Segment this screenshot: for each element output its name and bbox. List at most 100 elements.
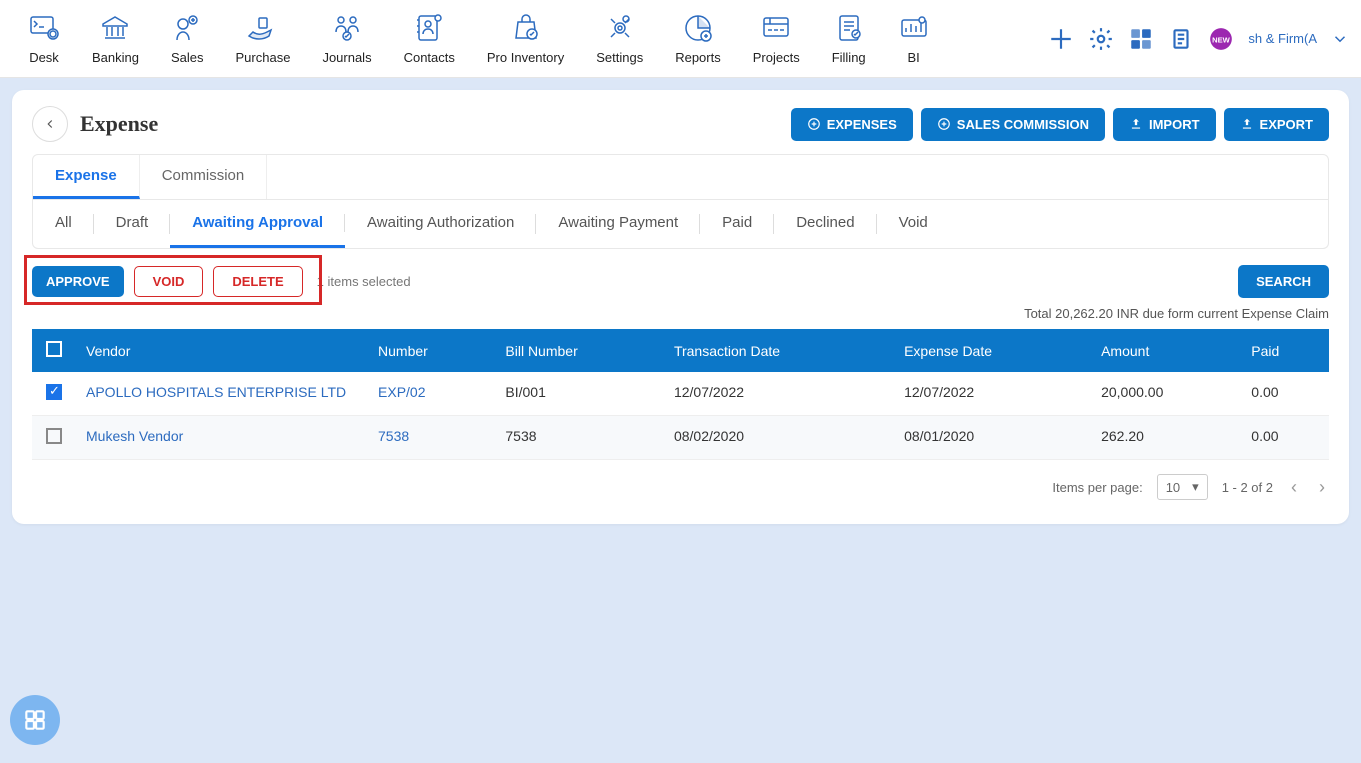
cell-amount: 262.20 bbox=[1091, 416, 1241, 460]
calculator-icon[interactable] bbox=[1128, 26, 1154, 52]
header-actions: EXPENSES SALES COMMISSION IMPORT EXPORT bbox=[791, 108, 1329, 141]
cell-number[interactable]: EXP/02 bbox=[368, 372, 495, 416]
nav-contacts[interactable]: Contacts bbox=[388, 8, 471, 69]
fab-apps[interactable] bbox=[10, 695, 60, 745]
cell-amount: 20,000.00 bbox=[1091, 372, 1241, 416]
cell-number[interactable]: 7538 bbox=[368, 416, 495, 460]
apps-grid-icon bbox=[22, 707, 48, 733]
nav-menu: Desk Banking Sales Purchase Journals Con… bbox=[12, 8, 946, 69]
cell-exp: 08/01/2020 bbox=[894, 416, 1091, 460]
purchase-icon bbox=[247, 12, 279, 44]
page-container: Expense EXPENSES SALES COMMISSION IMPORT… bbox=[12, 90, 1349, 524]
col-vendor[interactable]: Vendor bbox=[76, 329, 368, 372]
filter-awaiting-authorization[interactable]: Awaiting Authorization bbox=[345, 200, 536, 248]
nav-desk[interactable]: Desk bbox=[12, 8, 76, 69]
col-exp-date[interactable]: Expense Date bbox=[894, 329, 1091, 372]
settings-icon bbox=[604, 12, 636, 44]
import-button[interactable]: IMPORT bbox=[1113, 108, 1216, 141]
pagination-range: 1 - 2 of 2 bbox=[1222, 480, 1273, 495]
expense-table: Vendor Number Bill Number Transaction Da… bbox=[32, 329, 1329, 460]
nav-settings[interactable]: Settings bbox=[580, 8, 659, 69]
download-icon bbox=[1240, 117, 1254, 131]
filter-void[interactable]: Void bbox=[877, 200, 950, 248]
cell-txn: 08/02/2020 bbox=[664, 416, 894, 460]
journals-icon bbox=[331, 12, 363, 44]
plus-circle-icon bbox=[937, 117, 951, 131]
void-button[interactable]: VOID bbox=[134, 266, 204, 297]
pagination: Items per page: 10 ▾ 1 - 2 of 2 ‹ › bbox=[32, 474, 1329, 500]
nav-projects[interactable]: Projects bbox=[737, 8, 816, 69]
nav-banking[interactable]: Banking bbox=[76, 8, 155, 69]
gear-icon[interactable] bbox=[1088, 26, 1114, 52]
chevron-down-icon[interactable] bbox=[1331, 30, 1349, 48]
col-paid[interactable]: Paid bbox=[1241, 329, 1329, 372]
filter-declined[interactable]: Declined bbox=[774, 200, 876, 248]
firm-name[interactable]: sh & Firm(A bbox=[1248, 31, 1317, 46]
dropdown-caret-icon: ▾ bbox=[1192, 479, 1199, 495]
nav-inventory[interactable]: Pro Inventory bbox=[471, 8, 580, 69]
plus-circle-icon bbox=[807, 117, 821, 131]
tab-expense[interactable]: Expense bbox=[33, 155, 140, 199]
col-txn-date[interactable]: Transaction Date bbox=[664, 329, 894, 372]
action-row: APPROVE VOID DELETE 1 items selected SEA… bbox=[32, 265, 1329, 298]
cell-exp: 12/07/2022 bbox=[894, 372, 1091, 416]
search-button[interactable]: SEARCH bbox=[1238, 265, 1329, 298]
nav-filling[interactable]: Filling bbox=[816, 8, 882, 69]
tabs-main: Expense Commission bbox=[32, 154, 1329, 200]
nav-right: NEW sh & Firm(A bbox=[1048, 26, 1349, 52]
page-header: Expense EXPENSES SALES COMMISSION IMPORT… bbox=[32, 106, 1329, 142]
back-button[interactable] bbox=[32, 106, 68, 142]
banking-icon bbox=[99, 12, 131, 44]
col-bill[interactable]: Bill Number bbox=[495, 329, 664, 372]
cell-bill: BI/001 bbox=[495, 372, 664, 416]
projects-icon bbox=[760, 12, 792, 44]
prev-page[interactable]: ‹ bbox=[1287, 477, 1301, 498]
contacts-icon bbox=[413, 12, 445, 44]
cell-vendor[interactable]: APOLLO HOSPITALS ENTERPRISE LTD bbox=[76, 372, 368, 416]
page-title: Expense bbox=[80, 111, 158, 137]
pagination-label: Items per page: bbox=[1052, 480, 1142, 495]
filling-icon bbox=[833, 12, 865, 44]
add-icon[interactable] bbox=[1048, 26, 1074, 52]
col-amount[interactable]: Amount bbox=[1091, 329, 1241, 372]
clipboard-icon[interactable] bbox=[1168, 26, 1194, 52]
sales-commission-button[interactable]: SALES COMMISSION bbox=[921, 108, 1105, 141]
approve-button[interactable]: APPROVE bbox=[32, 266, 124, 297]
filter-tabs: All Draft Awaiting Approval Awaiting Aut… bbox=[32, 200, 1329, 249]
export-button[interactable]: EXPORT bbox=[1224, 108, 1329, 141]
filter-awaiting-payment[interactable]: Awaiting Payment bbox=[536, 200, 700, 248]
selected-count: 1 items selected bbox=[317, 274, 411, 289]
cell-bill: 7538 bbox=[495, 416, 664, 460]
svg-text:NEW: NEW bbox=[1213, 35, 1232, 44]
new-badge-icon[interactable]: NEW bbox=[1208, 26, 1234, 52]
delete-button[interactable]: DELETE bbox=[213, 266, 302, 297]
table-row: APOLLO HOSPITALS ENTERPRISE LTD EXP/02 B… bbox=[32, 372, 1329, 416]
nav-bi[interactable]: BI bbox=[882, 8, 946, 69]
expenses-button[interactable]: EXPENSES bbox=[791, 108, 913, 141]
nav-purchase[interactable]: Purchase bbox=[220, 8, 307, 69]
next-page[interactable]: › bbox=[1315, 477, 1329, 498]
row-checkbox[interactable] bbox=[46, 384, 62, 400]
nav-journals[interactable]: Journals bbox=[306, 8, 387, 69]
col-number[interactable]: Number bbox=[368, 329, 495, 372]
table-row: Mukesh Vendor 7538 7538 08/02/2020 08/01… bbox=[32, 416, 1329, 460]
tab-commission[interactable]: Commission bbox=[140, 155, 268, 199]
filter-paid[interactable]: Paid bbox=[700, 200, 774, 248]
cell-vendor[interactable]: Mukesh Vendor bbox=[76, 416, 368, 460]
chevron-left-icon bbox=[43, 117, 57, 131]
cell-txn: 12/07/2022 bbox=[664, 372, 894, 416]
row-checkbox[interactable] bbox=[46, 428, 62, 444]
cell-paid: 0.00 bbox=[1241, 416, 1329, 460]
nav-reports[interactable]: Reports bbox=[659, 8, 737, 69]
top-nav: Desk Banking Sales Purchase Journals Con… bbox=[0, 0, 1361, 78]
sales-icon bbox=[171, 12, 203, 44]
filter-awaiting-approval[interactable]: Awaiting Approval bbox=[170, 200, 345, 248]
upload-icon bbox=[1129, 117, 1143, 131]
page-size-select[interactable]: 10 ▾ bbox=[1157, 474, 1208, 500]
select-all-checkbox[interactable] bbox=[46, 341, 62, 357]
nav-sales[interactable]: Sales bbox=[155, 8, 220, 69]
filter-all[interactable]: All bbox=[33, 200, 94, 248]
filter-draft[interactable]: Draft bbox=[94, 200, 171, 248]
cell-paid: 0.00 bbox=[1241, 372, 1329, 416]
inventory-icon bbox=[510, 12, 542, 44]
